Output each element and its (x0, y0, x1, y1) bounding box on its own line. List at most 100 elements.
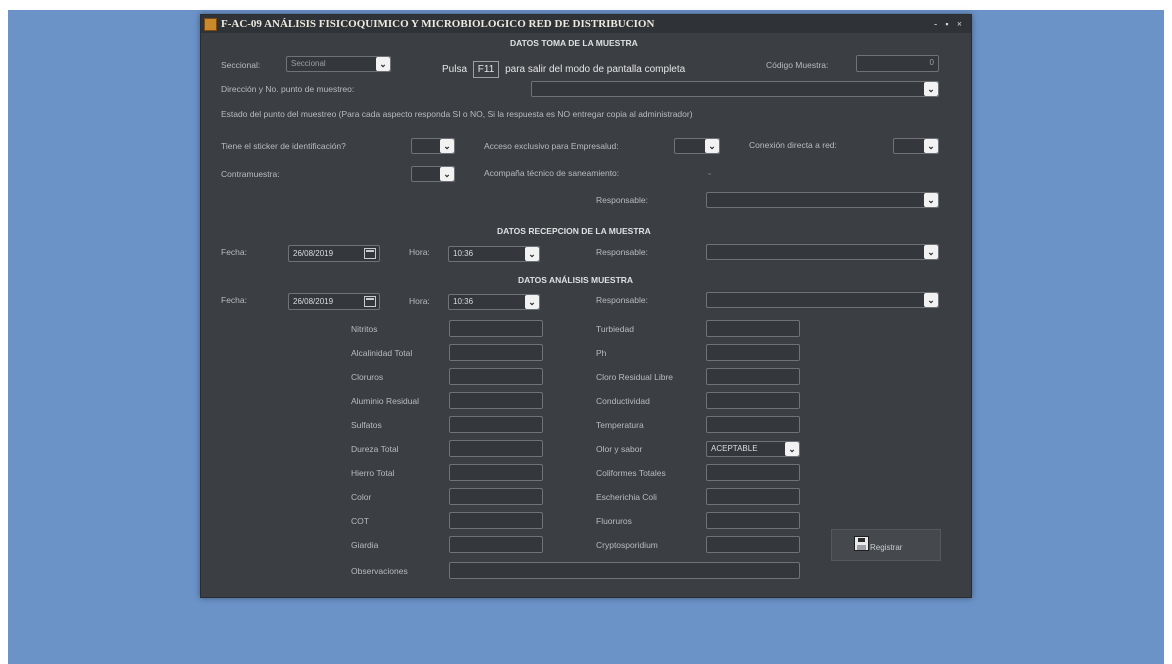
analisis-hora-label: Hora: (409, 296, 430, 306)
conexion-label: Conexión directa a red: (749, 140, 837, 150)
section-title-recepcion: DATOS RECEPCION DE LA MUESTRA (497, 226, 651, 236)
calendar-icon[interactable] (364, 248, 376, 259)
floppy-disk-icon (854, 536, 869, 551)
olor-value: ACEPTABLE (711, 444, 758, 453)
param-label-hierro: Hierro Total (351, 468, 395, 478)
contramuestra-select[interactable]: ⌄ (411, 166, 455, 182)
chevron-down-icon[interactable]: ⌄ (924, 139, 938, 153)
section-title-analisis: DATOS ANÁLISIS MUESTRA (518, 275, 634, 285)
chevron-down-icon[interactable]: ⌄ (924, 245, 938, 259)
tip-suffix: para salir del modo de pantalla completa (505, 64, 686, 75)
chevron-down-icon[interactable]: ⌄ (525, 247, 539, 261)
acompana-chevron-icon[interactable]: ⌄ (706, 167, 713, 178)
param-field-fluoruros[interactable] (706, 512, 800, 529)
chevron-down-icon[interactable]: ⌄ (924, 82, 938, 96)
registrar-label: Registrar (870, 543, 903, 552)
param-field-giardia[interactable] (449, 536, 543, 553)
chevron-down-icon[interactable]: ⌄ (376, 57, 390, 71)
codigo-muestra-label: Código Muestra: (766, 60, 829, 70)
analisis-responsable-label: Responsable: (596, 295, 648, 305)
window-controls[interactable]: - ▪ × (934, 15, 965, 33)
olor-select[interactable]: ACEPTABLE ⌄ (706, 441, 800, 457)
recepcion-hora-select[interactable]: 10:36 ⌄ (448, 246, 540, 262)
analisis-hora-select[interactable]: 10:36 ⌄ (448, 294, 540, 310)
codigo-muestra-value: 0 (929, 58, 934, 67)
param-field-color[interactable] (449, 488, 543, 505)
direccion-select[interactable]: ⌄ (531, 81, 939, 97)
sticker-label: Tiene el sticker de identificación? (221, 141, 346, 151)
param-label-cryptosporidium: Cryptosporidium (596, 540, 658, 550)
section-title-toma: DATOS TOMA DE LA MUESTRA (510, 38, 638, 48)
sesional-label: Seccional: (221, 60, 261, 70)
analisis-fecha-field[interactable]: 26/08/2019 (288, 293, 380, 310)
param-field-alcalinidad[interactable] (449, 344, 543, 361)
param-label-coliformes: Coliformes Totales (596, 468, 666, 478)
registrar-button[interactable]: Registrar (831, 529, 941, 561)
toma-responsable-label: Responsable: (596, 195, 648, 205)
param-label-olor: Olor y sabor (596, 444, 643, 454)
acompana-label: Acompaña técnico de saneamiento: (484, 168, 620, 178)
chevron-down-icon[interactable]: ⌄ (785, 442, 799, 456)
recepcion-fecha-field[interactable]: 26/08/2019 (288, 245, 380, 262)
observaciones-label: Observaciones (351, 566, 408, 576)
param-label-giardia: Giardia (351, 540, 379, 550)
sesional-select[interactable]: Seccional ⌄ (286, 56, 391, 72)
param-field-aluminio[interactable] (449, 392, 543, 409)
chevron-down-icon[interactable]: ⌄ (440, 139, 454, 153)
param-field-turbiedad[interactable] (706, 320, 800, 337)
observaciones-field[interactable] (449, 562, 800, 579)
title-bar: F-AC-09 ANÁLISIS FISICOQUIMICO Y MICROBI… (201, 15, 971, 33)
param-field-escherichia[interactable] (706, 488, 800, 505)
sticker-select[interactable]: ⌄ (411, 138, 455, 154)
analisis-responsable-select[interactable]: ⌄ (706, 292, 939, 308)
param-field-coliformes[interactable] (706, 464, 800, 481)
acceso-label: Acceso exclusivo para Empresalud: (484, 141, 619, 151)
param-field-cryptosporidium[interactable] (706, 536, 800, 553)
param-label-cloruros: Cloruros (351, 372, 384, 382)
codigo-muestra-field[interactable]: 0 (856, 55, 939, 72)
param-field-conductividad[interactable] (706, 392, 800, 409)
window-title: F-AC-09 ANÁLISIS FISICOQUIMICO Y MICROBI… (221, 18, 655, 30)
param-field-sulfatos[interactable] (449, 416, 543, 433)
param-label-fluoruros: Fluoruros (596, 516, 632, 526)
analisis-fecha-value: 26/08/2019 (293, 297, 334, 306)
toma-responsable-select[interactable]: ⌄ (706, 192, 939, 208)
estado-text: Estado del punto del muestreo (Para cada… (221, 109, 693, 119)
acceso-select[interactable]: ⌄ (674, 138, 720, 154)
param-field-cloro[interactable] (706, 368, 800, 385)
param-label-cot: COT (351, 516, 369, 526)
chevron-down-icon[interactable]: ⌄ (440, 167, 454, 181)
chevron-down-icon[interactable]: ⌄ (924, 193, 938, 207)
sesional-value: Seccional (291, 59, 326, 68)
param-field-dureza[interactable] (449, 440, 543, 457)
param-label-turbiedad: Turbiedad (596, 324, 634, 334)
recepcion-fecha-label: Fecha: (221, 247, 247, 257)
chevron-down-icon[interactable]: ⌄ (705, 139, 719, 153)
param-field-ph[interactable] (706, 344, 800, 361)
form-window: F-AC-09 ANÁLISIS FISICOQUIMICO Y MICROBI… (200, 14, 972, 598)
conexion-select[interactable]: ⌄ (893, 138, 939, 154)
param-label-conductividad: Conductividad (596, 396, 650, 406)
param-field-temperatura[interactable] (706, 416, 800, 433)
param-label-aluminio: Aluminio Residual (351, 396, 420, 406)
param-label-sulfatos: Sulfatos (351, 420, 382, 430)
recepcion-hora-label: Hora: (409, 247, 430, 257)
param-label-ph: Ph (596, 348, 607, 358)
param-label-cloro: Cloro Residual Libre (596, 372, 674, 382)
tip-prefix: Pulsa (442, 64, 468, 75)
calendar-icon[interactable] (364, 296, 376, 307)
tip-key: F11 (472, 61, 500, 78)
analisis-fecha-label: Fecha: (221, 295, 247, 305)
param-field-cloruros[interactable] (449, 368, 543, 385)
param-field-nitritos[interactable] (449, 320, 543, 337)
fullscreen-tip: Pulsa F11 para salir del modo de pantall… (442, 60, 685, 80)
chevron-down-icon[interactable]: ⌄ (525, 295, 539, 309)
recepcion-hora-value: 10:36 (453, 249, 474, 258)
param-label-escherichia: Escherichia Coli (596, 492, 657, 502)
recepcion-responsable-select[interactable]: ⌄ (706, 244, 939, 260)
param-label-temperatura: Temperatura (596, 420, 644, 430)
chevron-down-icon[interactable]: ⌄ (924, 293, 938, 307)
param-field-cot[interactable] (449, 512, 543, 529)
param-field-hierro[interactable] (449, 464, 543, 481)
param-label-dureza: Dureza Total (351, 444, 399, 454)
